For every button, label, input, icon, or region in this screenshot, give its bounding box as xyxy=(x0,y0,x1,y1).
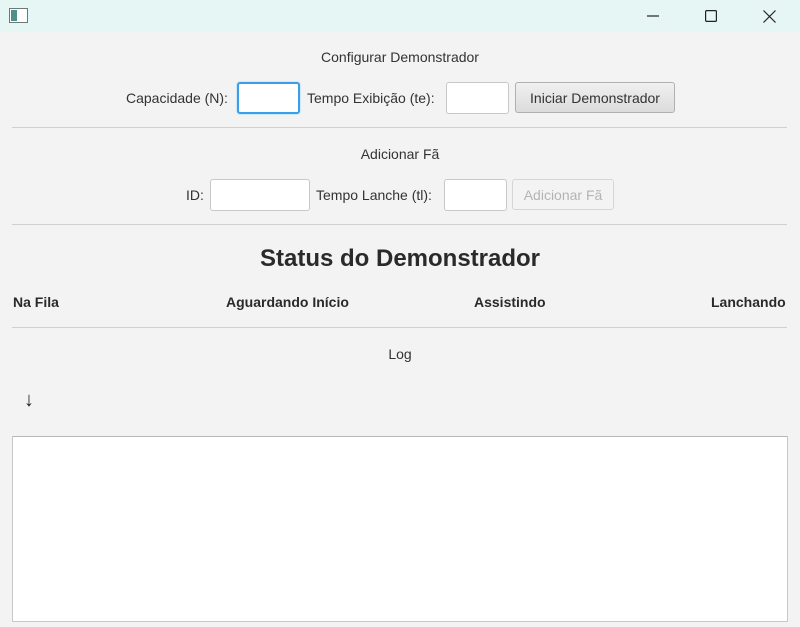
column-lanchando: Lanchando xyxy=(711,294,786,310)
start-demonstrator-button[interactable]: Iniciar Demonstrador xyxy=(515,82,675,113)
maximize-icon xyxy=(705,10,717,22)
capacity-input[interactable] xyxy=(237,82,300,114)
minimize-button[interactable] xyxy=(630,0,676,32)
divider xyxy=(12,127,787,128)
log-heading: Log xyxy=(388,346,412,362)
capacity-label: Capacidade (N): xyxy=(126,90,228,106)
scroll-down-button[interactable]: ↓ xyxy=(19,387,39,413)
id-label: ID: xyxy=(186,187,204,203)
close-icon xyxy=(762,9,776,23)
snack-time-label: Tempo Lanche (tl): xyxy=(316,187,432,203)
add-fan-button[interactable]: Adicionar Fã xyxy=(512,179,614,210)
id-input[interactable] xyxy=(210,179,310,211)
column-na-fila: Na Fila xyxy=(13,294,59,310)
time-input[interactable] xyxy=(446,82,509,114)
column-aguardando-inicio: Aguardando Início xyxy=(226,294,349,310)
divider xyxy=(12,327,787,328)
column-assistindo: Assistindo xyxy=(474,294,546,310)
title-bar xyxy=(0,0,800,32)
status-title: Status do Demonstrador xyxy=(259,245,541,272)
time-label: Tempo Exibição (te): xyxy=(307,90,435,106)
snack-time-input[interactable] xyxy=(444,179,507,211)
arrow-down-icon: ↓ xyxy=(24,388,34,411)
config-heading: Configurar Demonstrador xyxy=(321,49,479,65)
app-icon xyxy=(9,8,28,23)
divider xyxy=(12,224,787,225)
log-textarea[interactable] xyxy=(12,436,788,622)
maximize-button[interactable] xyxy=(688,0,734,32)
add-fan-heading: Adicionar Fã xyxy=(360,146,440,162)
close-button[interactable] xyxy=(746,0,792,32)
minimize-icon xyxy=(647,15,659,17)
